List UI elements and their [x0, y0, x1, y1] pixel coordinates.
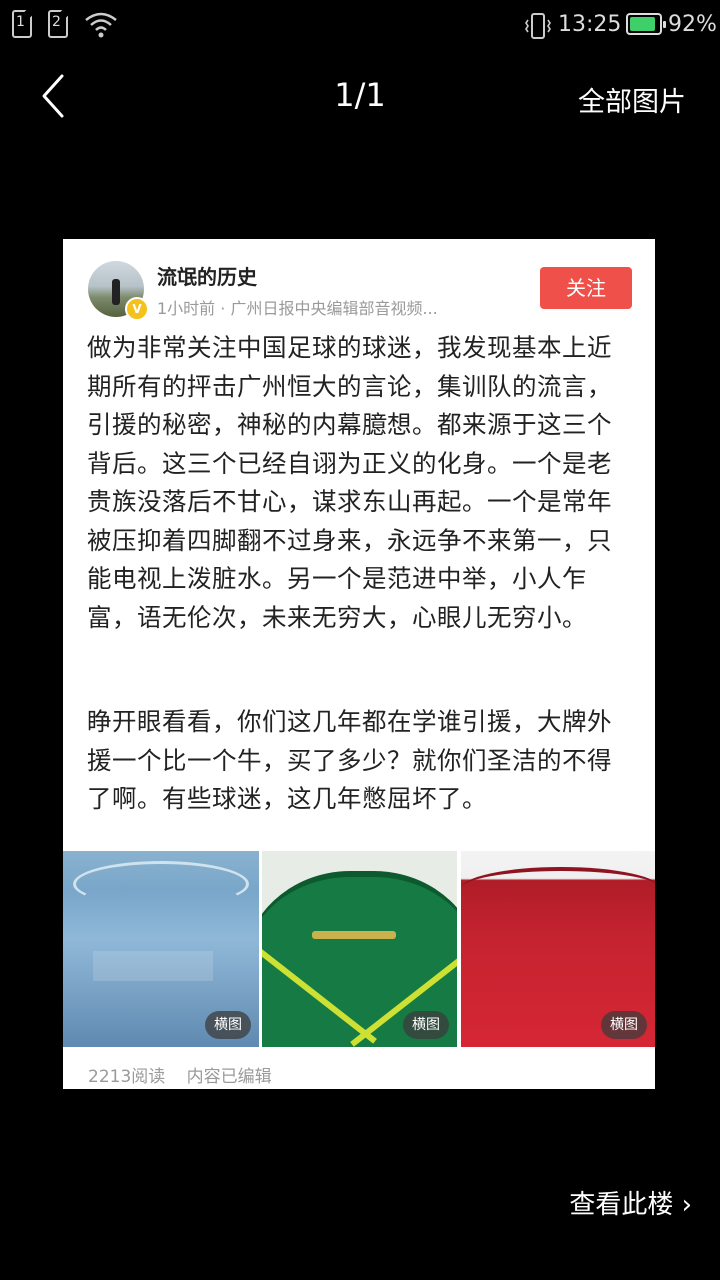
post-footer: 2213阅读 内容已编辑: [88, 1062, 288, 1087]
thumbnail-red-jersey[interactable]: 横图: [461, 851, 655, 1047]
sim-card-icon: 2: [48, 10, 72, 40]
username: 流氓的历史: [157, 265, 257, 289]
follow-button[interactable]: 关注: [540, 267, 632, 309]
battery-icon: [626, 13, 666, 35]
post-meta: 1小时前 · 广州日报中央编辑部音视频...: [157, 299, 438, 318]
read-count: 2213阅读: [88, 1067, 166, 1087]
edited-note: 内容已编辑: [186, 1067, 272, 1087]
post-image[interactable]: V 流氓的历史 1小时前 · 广州日报中央编辑部音视频... 关注 做为非常关注…: [63, 239, 655, 1089]
all-images-link[interactable]: 全部图片: [578, 80, 686, 119]
battery-percentage: 92%: [668, 12, 717, 37]
view-floor-label: 查看此楼: [569, 1190, 674, 1220]
sim-card-icon: 1: [12, 10, 36, 40]
view-floor-link[interactable]: 查看此楼 ›: [569, 1184, 692, 1221]
landscape-tag: 横图: [205, 1011, 251, 1039]
landscape-tag: 横图: [403, 1011, 449, 1039]
sim-slot-label: 1: [16, 14, 25, 30]
post-paragraph-1: 做为非常关注中国足球的球迷，我发现基本上近期所有的抨击广州恒大的言论，集训队的流…: [87, 333, 612, 632]
chevron-right-icon: ›: [681, 1190, 692, 1220]
status-bar: 1 2 13:25 92%: [0, 0, 720, 52]
clock: 13:25: [558, 12, 622, 37]
verified-badge-icon: V: [125, 297, 149, 321]
post-paragraph-2: 睁开眼看看，你们这几年都在学谁引援，大牌外援一个比一个牛，买了多少？就你们圣洁的…: [87, 707, 612, 813]
thumbnail-green-jersey[interactable]: 横图: [262, 851, 457, 1047]
sim-slot-label: 2: [52, 14, 61, 30]
thumbnail-blue-jersey[interactable]: 横图: [63, 851, 259, 1047]
battery-fill: [630, 17, 655, 31]
landscape-tag: 横图: [601, 1011, 647, 1039]
wifi-icon: [85, 12, 117, 38]
vibrate-icon: [525, 13, 551, 39]
